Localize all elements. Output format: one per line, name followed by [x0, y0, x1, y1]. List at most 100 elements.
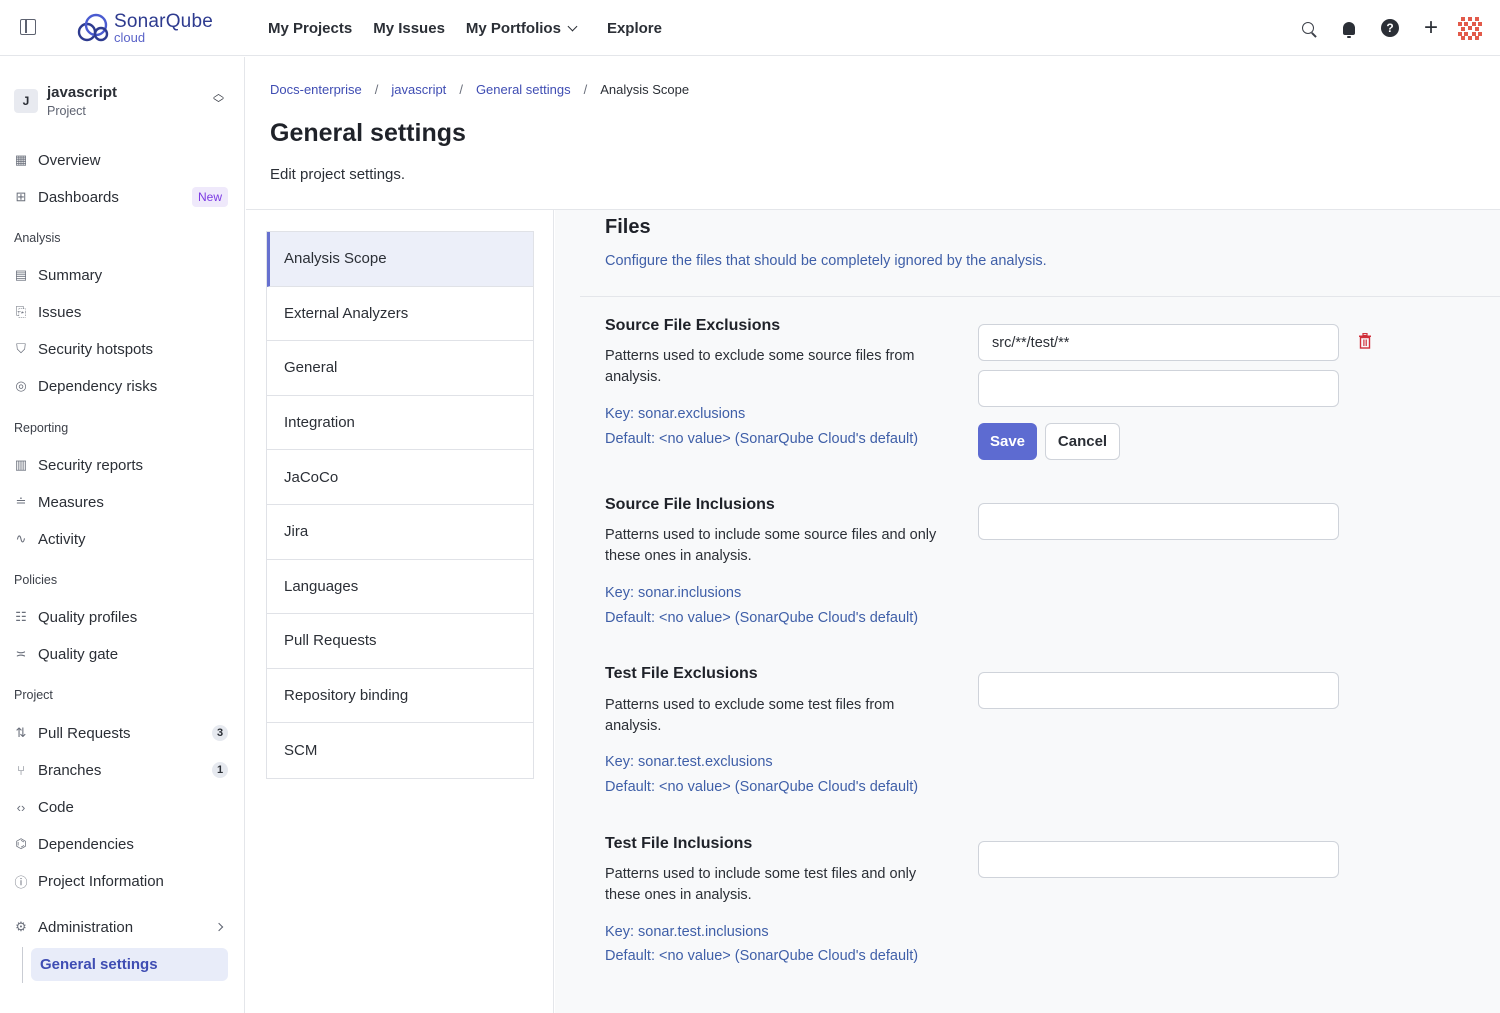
section-title: Files	[605, 216, 651, 238]
sidebar-item-dependencies[interactable]: ⌬ Dependencies	[14, 830, 230, 858]
category-jira[interactable]: Jira	[267, 505, 533, 560]
nav-my-projects[interactable]: My Projects	[268, 20, 352, 37]
branch-icon: ⑂	[17, 762, 25, 778]
category-external-analyzers[interactable]: External Analyzers	[267, 287, 533, 342]
source-inclusions-input[interactable]	[978, 503, 1339, 540]
source-exclusions-input[interactable]	[978, 324, 1339, 361]
setting-title: Test File Inclusions	[605, 835, 753, 852]
sidebar-item-summary[interactable]: ▤ Summary	[14, 261, 230, 289]
sidebar-item-label: Security hotspots	[38, 340, 154, 358]
shield-icon: ⛉	[16, 341, 26, 356]
dependency-risk-icon: ◎	[15, 378, 27, 393]
setting-title: Source File Exclusions	[605, 317, 781, 334]
sidebar-item-dashboards[interactable]: ⊞ Dashboards New	[14, 183, 230, 211]
breadcrumb-project[interactable]: javascript	[391, 82, 446, 97]
breadcrumb: Docs-enterprise / javascript / General s…	[270, 82, 689, 97]
sidebar-item-overview[interactable]: ▦ Overview	[14, 146, 230, 174]
breadcrumb-general-settings[interactable]: General settings	[476, 82, 571, 97]
nav-my-issues[interactable]: My Issues	[373, 20, 445, 37]
project-type: Project	[47, 104, 86, 118]
category-analysis-scope[interactable]: Analysis Scope	[267, 232, 533, 287]
bar-chart-icon: ▥	[14, 457, 28, 472]
setting-key: Key: sonar.test.inclusions	[605, 924, 769, 940]
trash-icon[interactable]	[1358, 333, 1372, 349]
info-icon: ⓘ	[14, 874, 28, 890]
test-inclusions-input[interactable]	[978, 841, 1339, 878]
nav-my-portfolios[interactable]: My Portfolios	[466, 20, 586, 37]
sidebar-item-quality-gate[interactable]: ≍ Quality gate	[14, 640, 230, 668]
chevron-right-icon	[214, 922, 224, 932]
category-repository-binding[interactable]: Repository binding	[267, 669, 533, 724]
sidebar-item-dependency-risks[interactable]: ◎ Dependency risks	[14, 372, 230, 400]
code-icon: ‹›	[16, 799, 26, 815]
setting-default: Default: <no value> (SonarQube Cloud's d…	[605, 779, 919, 795]
sidebar-item-label: Dependencies	[38, 835, 134, 853]
group-label-reporting: Reporting	[14, 421, 69, 435]
sidebar-item-label: Branches	[38, 761, 102, 779]
sidebar-item-quality-profiles[interactable]: ☷ Quality profiles	[14, 603, 230, 631]
project-switcher[interactable]: J javascript Project ︿ ﹀	[14, 81, 230, 121]
section-description: Configure the files that should be compl…	[605, 253, 1047, 269]
sidebar-item-issues[interactable]: ⎘ Issues	[14, 298, 230, 326]
sidebar-item-label: Issues	[38, 303, 82, 321]
section-divider	[580, 296, 1500, 297]
new-badge: New	[191, 187, 228, 207]
sidebar-item-label: Quality gate	[38, 645, 119, 663]
save-button[interactable]: Save	[978, 423, 1037, 460]
activity-icon: ∿	[15, 531, 27, 546]
sidebar-item-security-hotspots[interactable]: ⛉ Security hotspots	[14, 335, 230, 363]
sidebar-item-code[interactable]: ‹› Code	[14, 793, 230, 821]
category-pull-requests[interactable]: Pull Requests	[267, 614, 533, 669]
sidebar-item-project-information[interactable]: ⓘ Project Information	[14, 867, 230, 895]
sidebar-item-label: Code	[38, 798, 74, 816]
breadcrumb-organization[interactable]: Docs-enterprise	[270, 82, 362, 97]
sidebar-item-measures[interactable]: ≐ Measures	[14, 488, 230, 516]
breadcrumb-separator: /	[459, 82, 463, 97]
test-exclusions-input[interactable]	[978, 672, 1339, 709]
nav-explore[interactable]: Explore	[607, 20, 662, 37]
cancel-button[interactable]: Cancel	[1045, 423, 1120, 460]
plus-icon: +	[1423, 14, 1438, 41]
create-button[interactable]: +	[1417, 14, 1445, 42]
sidebar-item-label: Pull Requests	[38, 724, 131, 742]
setting-key: Key: sonar.inclusions	[605, 585, 742, 601]
dashboard-icon: ⊞	[15, 189, 27, 204]
category-jacoco[interactable]: JaCoCo	[267, 450, 533, 505]
sidebar-item-pull-requests[interactable]: ⇅ Pull Requests 3	[14, 719, 230, 747]
setting-description: Patterns used to exclude some source fil…	[605, 348, 915, 385]
submenu-guide-line	[22, 947, 23, 983]
project-name: javascript	[47, 84, 118, 101]
sidebar-item-activity[interactable]: ∿ Activity	[14, 525, 230, 553]
sidebar-item-label: Summary	[38, 266, 103, 284]
setting-description: Patterns used to include some test files…	[605, 866, 917, 903]
setting-description: Patterns used to exclude some test files…	[605, 697, 895, 734]
sidebar-item-label: Quality profiles	[38, 608, 138, 626]
category-languages[interactable]: Languages	[267, 560, 533, 615]
sidebar-item-general-settings[interactable]: General settings	[31, 948, 228, 981]
sidebar-item-security-reports[interactable]: ▥ Security reports	[14, 451, 230, 479]
sonarqube-logo[interactable]: SonarQube cloud	[76, 10, 213, 46]
breadcrumb-separator: /	[583, 82, 588, 97]
chevron-down-icon	[567, 21, 578, 31]
sidebar-item-branches[interactable]: ⑂ Branches 1	[14, 756, 230, 784]
sidebar-item-label: Activity	[38, 530, 86, 548]
help-icon: ?	[1381, 19, 1399, 37]
category-list: Analysis Scope External Analyzers Genera…	[266, 231, 534, 779]
category-integration[interactable]: Integration	[267, 396, 533, 451]
source-exclusions-new-input[interactable]	[978, 370, 1339, 407]
category-general[interactable]: General	[267, 341, 533, 396]
notifications-button[interactable]	[1335, 14, 1363, 42]
user-avatar[interactable]	[1458, 16, 1482, 40]
bell-icon	[1343, 21, 1355, 38]
dependencies-icon: ⌬	[15, 836, 27, 851]
cloud-logo-icon	[77, 13, 109, 42]
pull-request-icon: ⇅	[15, 725, 27, 740]
sidebar-item-label: Dependency risks	[38, 377, 158, 395]
sidebar-item-administration[interactable]: ⚙ Administration	[14, 913, 230, 941]
search-button[interactable]	[1294, 14, 1322, 42]
help-button[interactable]: ?	[1376, 14, 1404, 42]
category-scm[interactable]: SCM	[267, 723, 533, 778]
sidebar-item-label: Administration	[38, 918, 134, 936]
sidebar-toggle-icon[interactable]	[20, 19, 36, 35]
sidebar-item-label: Security reports	[38, 456, 144, 474]
